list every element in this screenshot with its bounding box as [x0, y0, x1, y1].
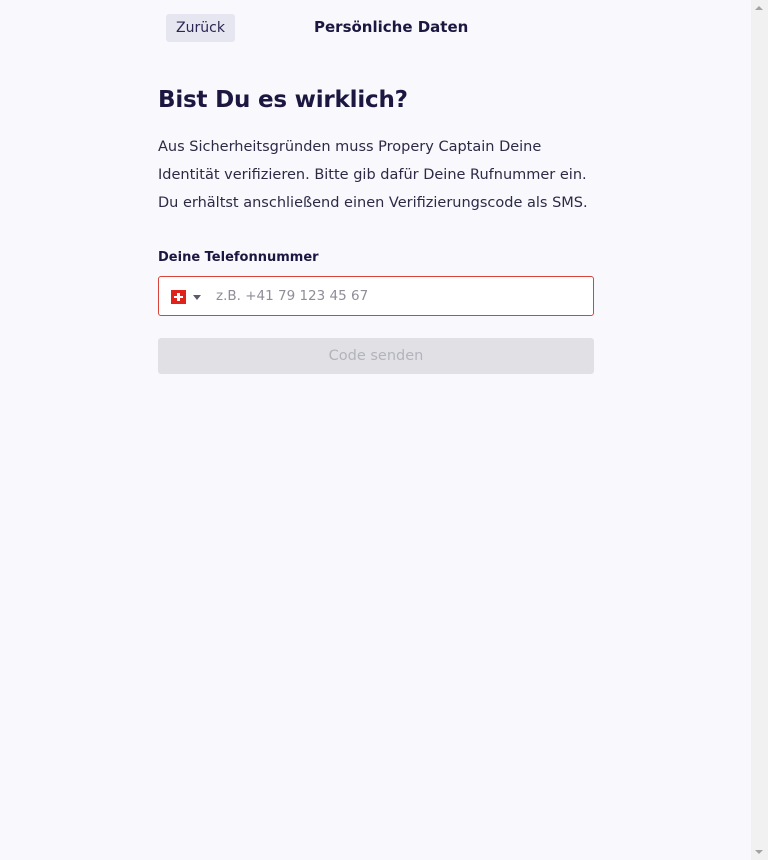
chevron-down-icon	[193, 295, 201, 300]
scroll-down-icon[interactable]	[755, 850, 763, 854]
country-select[interactable]	[171, 289, 205, 305]
phone-field	[158, 276, 594, 316]
page-title: Persönliche Daten	[314, 18, 469, 36]
phone-label: Deine Telefonnummer	[158, 250, 319, 265]
scrollbar[interactable]	[751, 0, 768, 860]
back-button[interactable]: Zurück	[166, 14, 235, 42]
intro-line: Aus Sicherheitsgründen muss Propery Capt…	[158, 139, 542, 155]
intro-line: Identität verifizieren. Bitte gib dafür …	[158, 167, 587, 183]
send-code-button[interactable]: Code senden	[158, 338, 594, 374]
heading: Bist Du es wirklich?	[158, 87, 408, 113]
scroll-up-icon[interactable]	[755, 6, 763, 10]
intro-line: Du erhältst anschließend einen Verifizie…	[158, 195, 588, 211]
verification-form: Bist Du es wirklich? Aus Sicherheitsgrün…	[158, 84, 594, 374]
page: Zurück Persönliche Daten Bist Du es wirk…	[0, 0, 751, 860]
swiss-flag-icon	[171, 290, 186, 304]
top-bar: Zurück Persönliche Daten	[166, 14, 596, 42]
phone-input[interactable]	[216, 286, 576, 306]
intro-text: Aus Sicherheitsgründen muss Propery Capt…	[158, 133, 598, 217]
